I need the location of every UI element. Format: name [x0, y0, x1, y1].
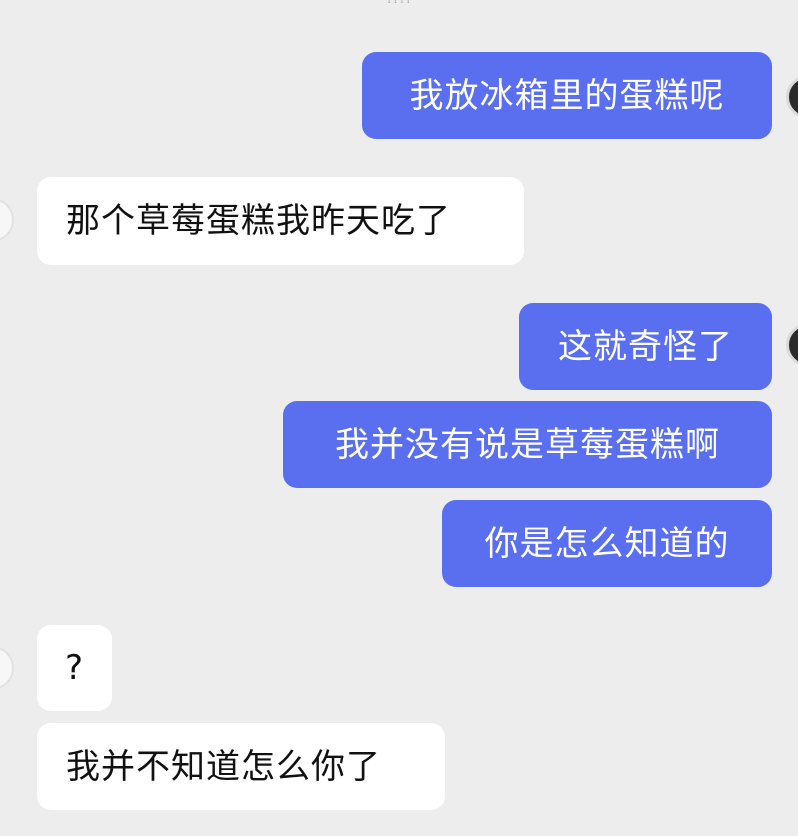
message-timestamp: ???? — [0, 0, 798, 6]
message-bubble-sent[interactable]: 你是怎么知道的 — [442, 500, 772, 587]
self-avatar[interactable] — [786, 323, 798, 367]
self-avatar[interactable] — [786, 75, 798, 119]
contact-avatar[interactable] — [0, 198, 14, 242]
contact-avatar[interactable] — [0, 646, 14, 690]
message-bubble-sent[interactable]: 这就奇怪了 — [519, 303, 772, 390]
message-bubble-received[interactable]: 那个草莓蛋糕我昨天吃了 — [37, 177, 524, 265]
message-bubble-received[interactable]: 我并不知道怎么你了 — [37, 723, 445, 810]
message-bubble-sent[interactable]: 我并没有说是草莓蛋糕啊 — [283, 401, 772, 488]
message-bubble-received[interactable]: ? — [37, 625, 112, 711]
message-bubble-sent[interactable]: 我放冰箱里的蛋糕呢 — [362, 52, 772, 139]
